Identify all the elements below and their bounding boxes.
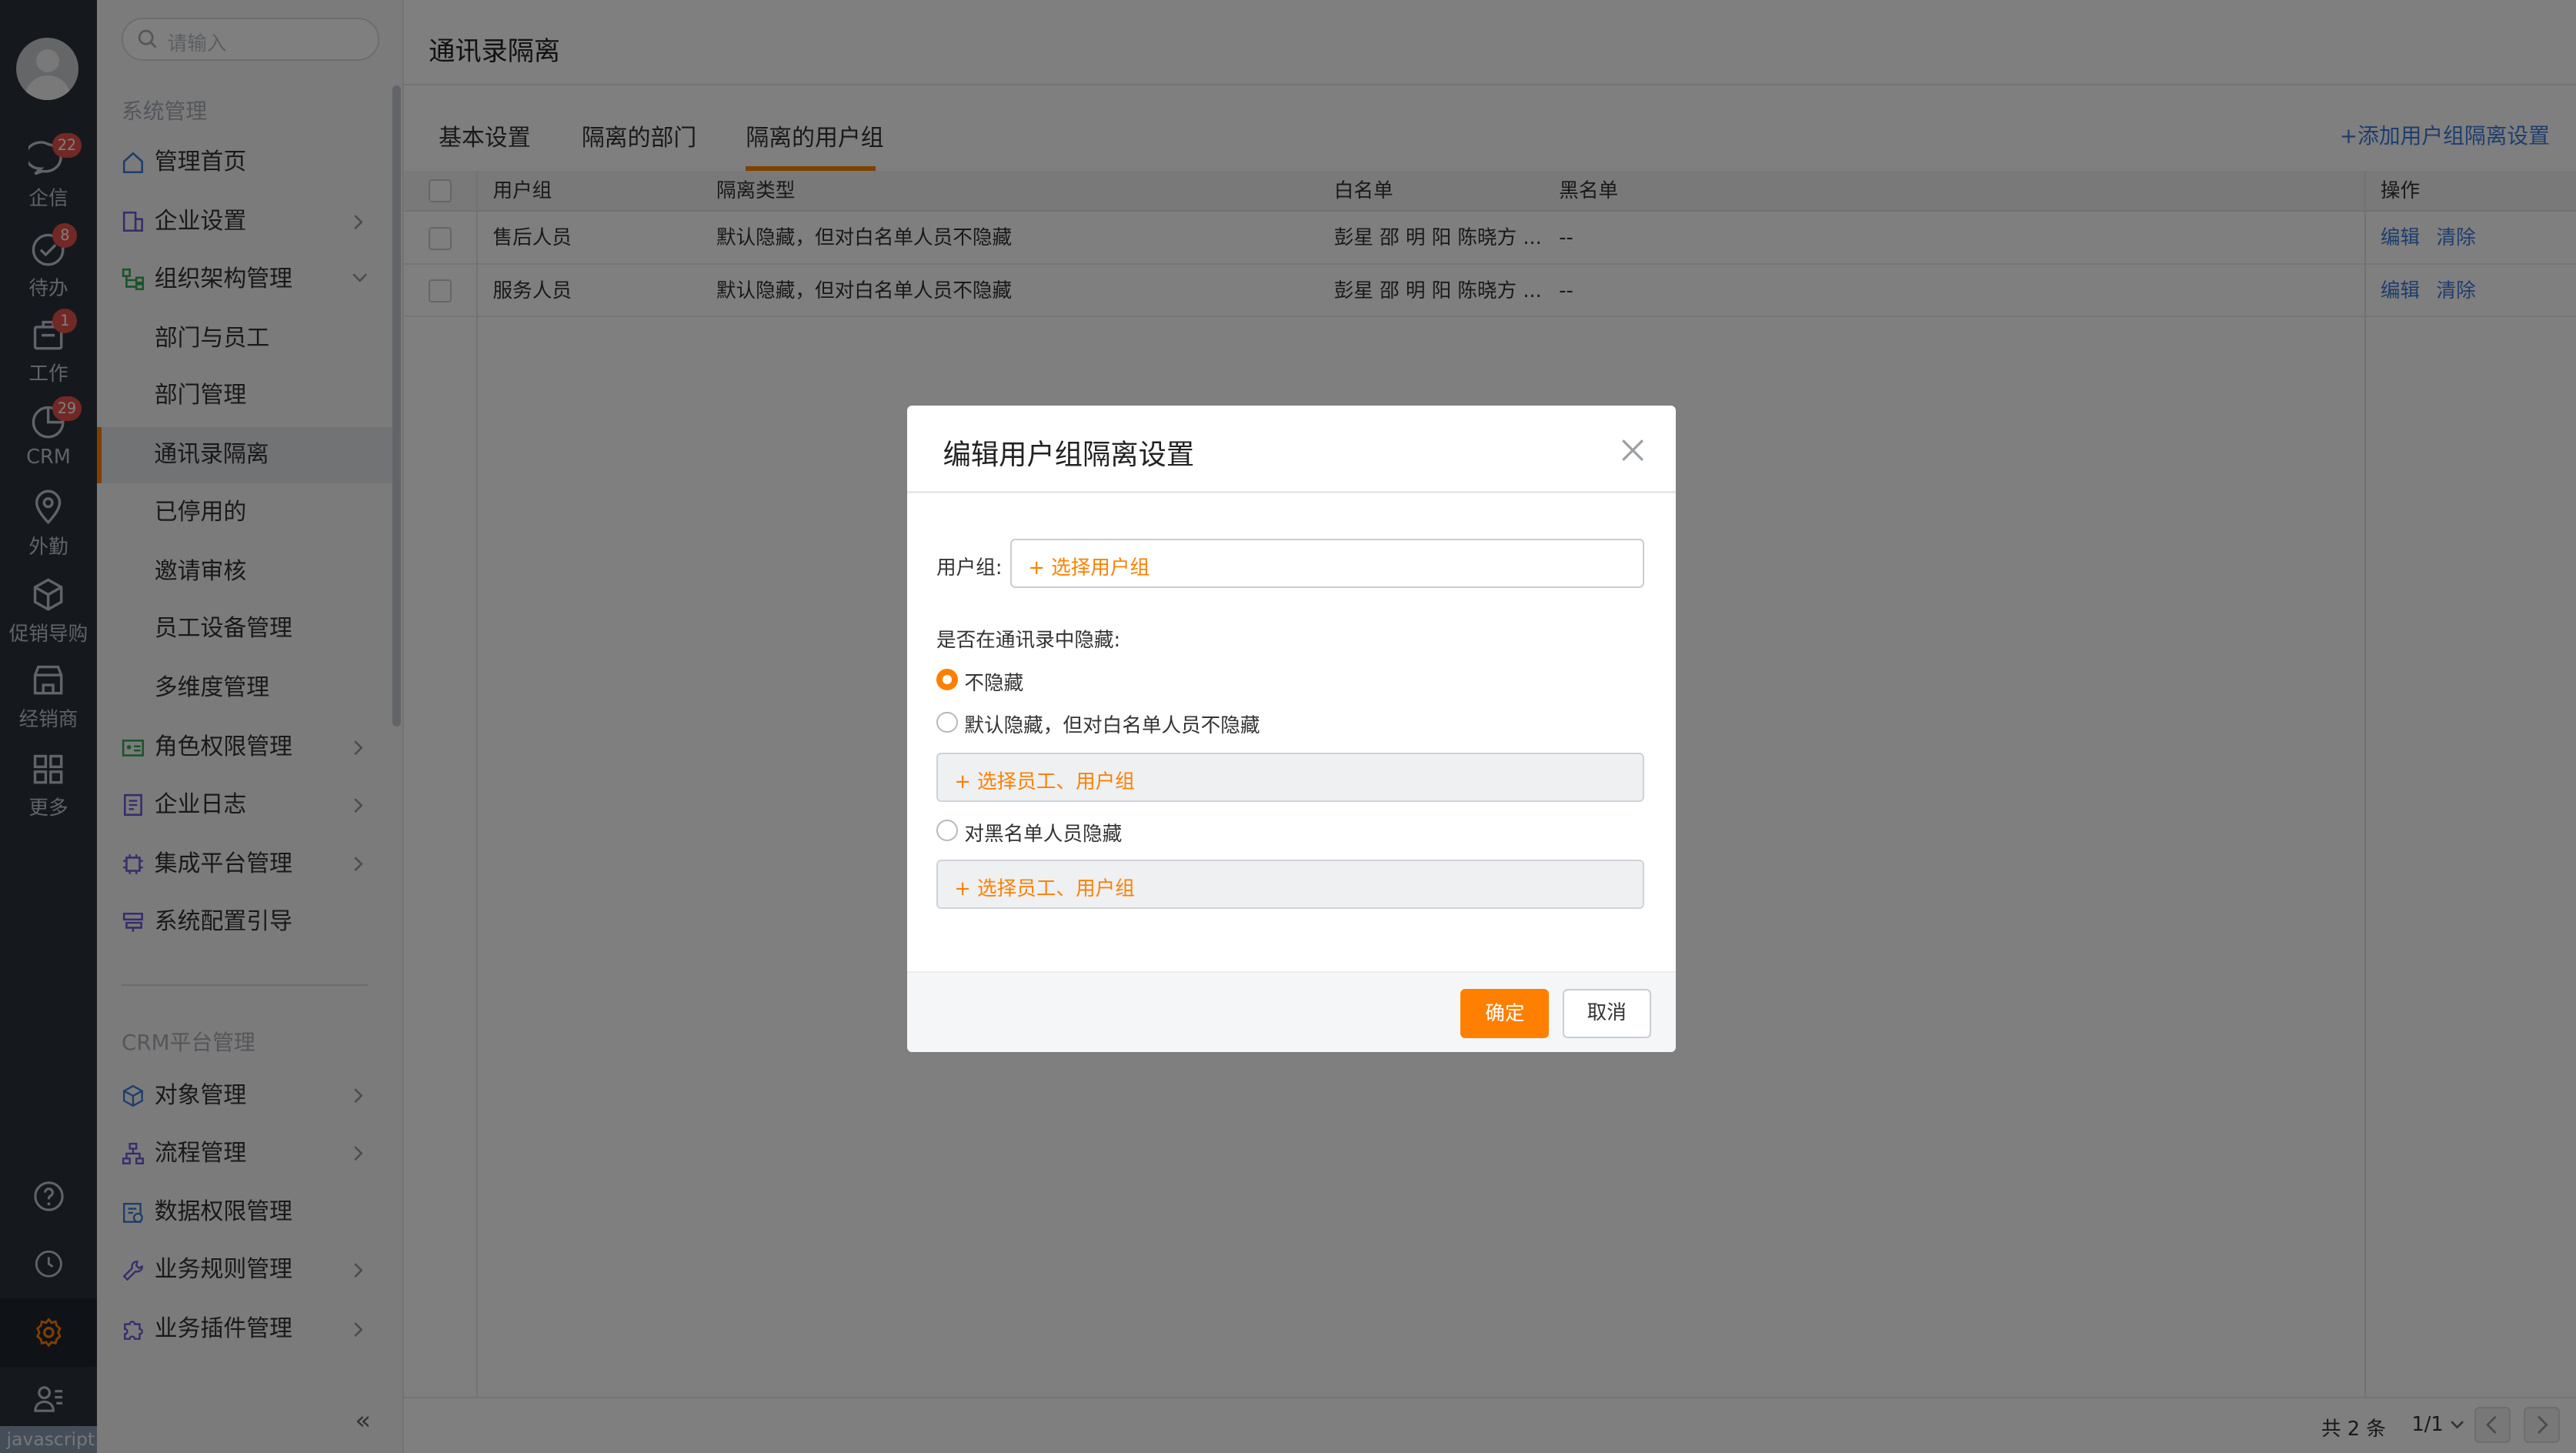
edit-user-group-isolation-dialog: 编辑用户组隔离设置 用户组: + 选择用户组 是否在通讯录中隐藏: 不隐藏 默认… <box>906 406 1676 1052</box>
hide-question-label: 是否在通讯录中隐藏: <box>936 629 1121 653</box>
radio-hide-except-whitelist-label[interactable]: 默认隐藏，但对白名单人员不隐藏 <box>964 710 1260 738</box>
whitelist-picker-text: + 选择员工、用户组 <box>954 770 1135 793</box>
radio-hide-for-blacklist-label[interactable]: 对黑名单人员隐藏 <box>964 818 1122 847</box>
user-group-label: 用户组: <box>936 556 1003 580</box>
dialog-header-divider <box>906 491 1676 493</box>
confirm-button[interactable]: 确定 <box>1460 989 1550 1039</box>
whitelist-picker[interactable]: + 选择员工、用户组 <box>936 752 1645 802</box>
dialog-title: 编辑用户组隔离设置 <box>943 437 1195 471</box>
radio-not-hidden-label[interactable]: 不隐藏 <box>964 667 1023 696</box>
dialog-footer: 确定 取消 <box>906 970 1676 1052</box>
user-group-picker-text: + 选择用户组 <box>1028 556 1150 580</box>
app-page: 22 企信 8 待办 1 工作 29 CRM 外勤 促销导购 经销商 <box>0 0 2576 1453</box>
radio-hide-for-blacklist[interactable] <box>936 820 958 842</box>
blacklist-picker[interactable]: + 选择员工、用户组 <box>936 859 1645 909</box>
cancel-button[interactable]: 取消 <box>1562 989 1651 1039</box>
radio-not-hidden[interactable] <box>936 669 958 690</box>
user-group-picker[interactable]: + 选择用户组 <box>1010 539 1645 589</box>
radio-hide-except-whitelist[interactable] <box>936 711 958 733</box>
close-icon[interactable] <box>1620 437 1646 463</box>
blacklist-picker-text: + 选择员工、用户组 <box>954 877 1135 900</box>
